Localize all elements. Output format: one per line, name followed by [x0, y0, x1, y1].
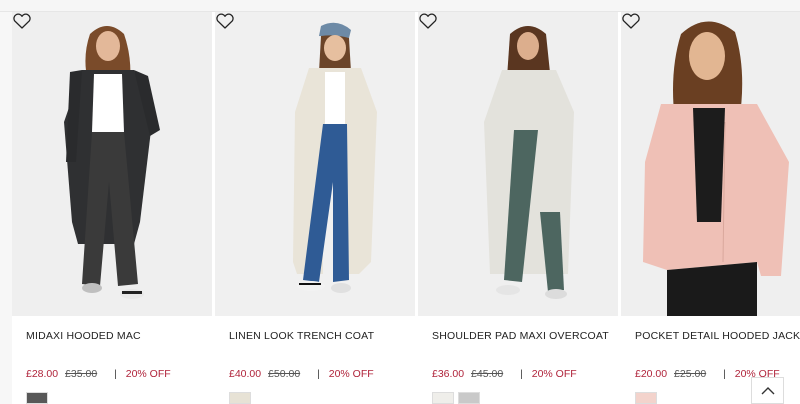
heart-outline-icon[interactable]: [215, 12, 235, 30]
current-price: £40.00: [229, 368, 262, 380]
product-image[interactable]: [12, 12, 212, 316]
colour-swatches: [635, 392, 657, 404]
product-grid: MIDAXI HOODED MAC £28.00 £35.00 | 20% OF…: [12, 12, 800, 404]
product-card[interactable]: POCKET DETAIL HOODED JACKET £20.00 £25.0…: [621, 12, 800, 404]
colour-swatch[interactable]: [229, 392, 251, 404]
product-name[interactable]: SHOULDER PAD MAXI OVERCOAT: [432, 330, 609, 342]
model-in-maxi-overcoat: [418, 12, 618, 316]
colour-swatch[interactable]: [432, 392, 454, 404]
model-in-pink-jacket: [621, 12, 800, 316]
price-separator: |: [723, 368, 726, 380]
price-row: £40.00 £50.00 | 20% OFF: [229, 368, 374, 380]
current-price: £36.00: [432, 368, 465, 380]
chevron-up-icon: [761, 386, 774, 394]
original-price: £50.00: [268, 368, 301, 380]
product-name[interactable]: MIDAXI HOODED MAC: [26, 330, 141, 342]
colour-swatches: [432, 392, 480, 404]
discount-label: 20% OFF: [531, 368, 577, 380]
original-price: £45.00: [471, 368, 504, 380]
product-card[interactable]: MIDAXI HOODED MAC £28.00 £35.00 | 20% OF…: [12, 12, 212, 404]
back-to-top-button[interactable]: [751, 377, 784, 404]
model-in-black-mac: [12, 12, 212, 316]
colour-swatch[interactable]: [458, 392, 480, 404]
discount-label: 20% OFF: [328, 368, 374, 380]
original-price: £35.00: [65, 368, 98, 380]
top-strip: [0, 0, 800, 12]
colour-swatch[interactable]: [635, 392, 657, 404]
product-image[interactable]: [418, 12, 618, 316]
product-image[interactable]: [621, 12, 800, 316]
discount-label: 20% OFF: [125, 368, 171, 380]
price-separator: |: [317, 368, 320, 380]
price-separator: |: [114, 368, 117, 380]
colour-swatch[interactable]: [26, 392, 48, 404]
price-separator: |: [520, 368, 523, 380]
price-row: £36.00 £45.00 | 20% OFF: [432, 368, 577, 380]
original-price: £25.00: [674, 368, 707, 380]
product-card[interactable]: LINEN LOOK TRENCH COAT £40.00 £50.00 | 2…: [215, 12, 415, 404]
heart-outline-icon[interactable]: [418, 12, 438, 30]
colour-swatches: [26, 392, 48, 404]
colour-swatches: [229, 392, 251, 404]
product-image[interactable]: [215, 12, 415, 316]
model-in-trench-coat: [215, 12, 415, 316]
heart-outline-icon[interactable]: [12, 12, 32, 30]
price-row: £28.00 £35.00 | 20% OFF: [26, 368, 171, 380]
product-name[interactable]: LINEN LOOK TRENCH COAT: [229, 330, 374, 342]
product-card[interactable]: SHOULDER PAD MAXI OVERCOAT £36.00 £45.00…: [418, 12, 618, 404]
current-price: £28.00: [26, 368, 59, 380]
previous-product-edge: [0, 12, 12, 404]
heart-outline-icon[interactable]: [621, 12, 641, 30]
current-price: £20.00: [635, 368, 668, 380]
product-name[interactable]: POCKET DETAIL HOODED JACKET: [635, 330, 800, 342]
